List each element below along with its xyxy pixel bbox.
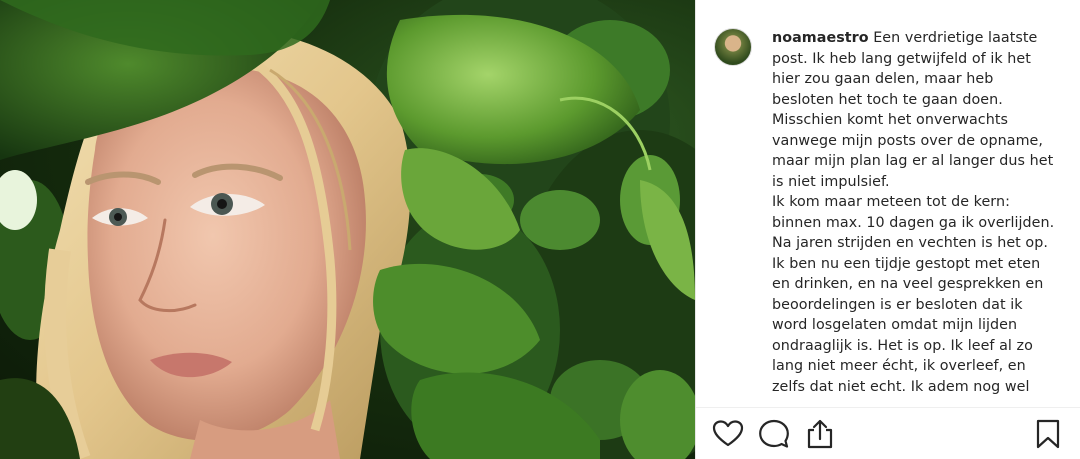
caption-line-16: ondraaglijk is. Het is op. Ik leef al zo [772, 337, 1033, 354]
share-button[interactable] [804, 418, 836, 450]
post-photo-illustration [0, 0, 695, 459]
caption-line-18: zelfs dat niet echt. Ik adem nog wel [772, 378, 1030, 395]
caption-line-1: Een verdrietige laatste [873, 30, 1038, 46]
action-bar [696, 407, 1080, 459]
share-upload-icon [807, 419, 833, 449]
post-photo[interactable] [0, 0, 695, 459]
caption-line-5: Misschien komt het onverwachts [772, 112, 1008, 128]
post-caption: noamaestro Een verdrietige laatste post.… [772, 28, 1066, 397]
post-side-panel: noamaestro Een verdrietige laatste post.… [695, 0, 1080, 459]
user-avatar[interactable] [714, 28, 752, 66]
caption-line-14: beoordelingen is er besloten dat ik [772, 296, 1023, 313]
caption-line-8: is niet impulsief. [772, 173, 890, 190]
instagram-post: noamaestro Een verdrietige laatste post.… [0, 0, 1080, 459]
caption-line-15: word losgelaten omdat mijn lijden [772, 317, 1018, 333]
caption-line-6: vanwege mijn posts over de opname, [772, 132, 1043, 149]
caption-line-12: Ik ben nu een tijdje gestopt met eten [772, 255, 1041, 272]
caption-line-13: en drinken, en na veel gesprekken en [772, 276, 1044, 292]
caption-area: noamaestro Een verdrietige laatste post.… [714, 28, 1066, 408]
caption-line-17: lang niet meer écht, ik overleef, en [772, 358, 1026, 374]
caption-line-11: Na jaren strijden en vechten is het op. [772, 235, 1048, 251]
caption-line-4: besloten het toch te gaan doen. [772, 91, 1003, 108]
caption-line-3: hier zou gaan delen, maar heb [772, 71, 994, 87]
caption-line-7: maar mijn plan lag er al langer dus het [772, 153, 1054, 169]
caption-line-10: binnen max. 10 dagen ga ik overlijden. [772, 214, 1055, 231]
comment-bubble-icon [759, 419, 789, 448]
comment-button[interactable] [758, 418, 790, 450]
username-link[interactable]: noamaestro [772, 30, 869, 46]
save-button[interactable] [1032, 418, 1064, 450]
heart-outline-icon [712, 420, 744, 447]
caption-line-9: Ik kom maar meteen tot de kern: [772, 194, 1010, 210]
like-button[interactable] [712, 418, 744, 450]
bookmark-icon [1036, 419, 1060, 449]
caption-line-2: post. Ik heb lang getwijfeld of ik het [772, 50, 1031, 67]
